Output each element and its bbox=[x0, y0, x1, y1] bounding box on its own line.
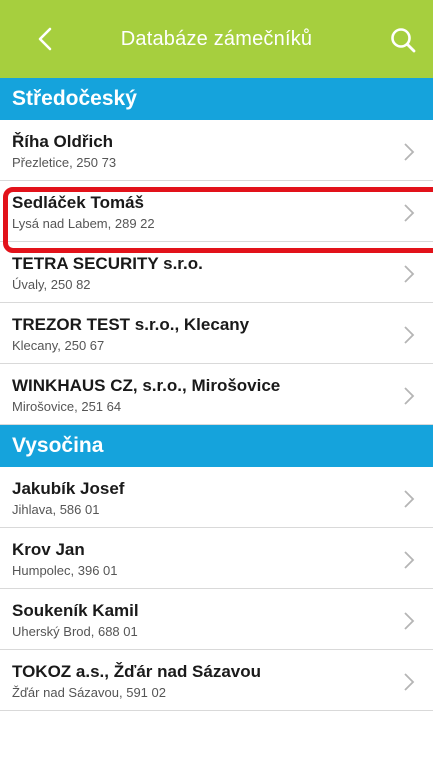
item-address: Klecany, 250 67 bbox=[12, 338, 105, 353]
item-name: Krov Jan bbox=[12, 540, 85, 559]
item-address: Přezletice, 250 73 bbox=[12, 155, 117, 170]
list-item[interactable]: TREZOR TEST s.r.o., Klecany Klecany, 250… bbox=[0, 303, 433, 364]
chevron-right-icon bbox=[404, 265, 415, 283]
list-item[interactable]: Jakubík Josef Jihlava, 586 01 bbox=[0, 467, 433, 528]
item-address: Žďár nad Sázavou, 591 02 bbox=[12, 685, 166, 700]
locksmith-database-screen: Databáze zámečníků Středočeský Říha Oldř… bbox=[0, 0, 433, 764]
chevron-right-icon bbox=[404, 673, 415, 691]
chevron-right-icon bbox=[404, 326, 415, 344]
page-title: Databáze zámečníků bbox=[120, 28, 313, 50]
top-bar: Databáze zámečníků bbox=[0, 0, 433, 78]
item-name: Sedláček Tomáš bbox=[12, 193, 144, 212]
item-address: Uherský Brod, 688 01 bbox=[12, 624, 138, 639]
item-address: Mirošovice, 251 64 bbox=[12, 399, 122, 414]
item-address: Jihlava, 586 01 bbox=[12, 502, 100, 517]
item-name: Jakubík Josef bbox=[12, 479, 125, 498]
chevron-right-icon bbox=[404, 387, 415, 405]
chevron-right-icon bbox=[404, 143, 415, 161]
chevron-right-icon bbox=[404, 204, 415, 222]
item-name: Říha Oldřich bbox=[12, 132, 114, 151]
chevron-right-icon bbox=[404, 551, 415, 569]
list-item[interactable]: WINKHAUS CZ, s.r.o., Mirošovice Mirošovi… bbox=[0, 364, 433, 425]
list-item[interactable]: TOKOZ a.s., Žďár nad Sázavou Žďár nad Sá… bbox=[0, 650, 433, 711]
chevron-right-icon bbox=[404, 490, 415, 508]
chevron-left-icon bbox=[38, 27, 52, 51]
list-item[interactable]: Soukeník Kamil Uherský Brod, 688 01 bbox=[0, 589, 433, 650]
list-item[interactable]: Říha Oldřich Přezletice, 250 73 bbox=[0, 120, 433, 181]
item-name: TETRA SECURITY s.r.o. bbox=[12, 254, 203, 273]
back-button[interactable] bbox=[30, 24, 60, 54]
item-name: WINKHAUS CZ, s.r.o., Mirošovice bbox=[12, 376, 281, 395]
item-address: Lysá nad Labem, 289 22 bbox=[12, 216, 155, 231]
section-header-stredocesky: Středočeský bbox=[0, 78, 433, 120]
item-name: TREZOR TEST s.r.o., Klecany bbox=[12, 315, 250, 334]
chevron-right-icon bbox=[404, 612, 415, 630]
section-header-vysocina: Vysočina bbox=[0, 425, 433, 467]
item-address: Humpolec, 396 01 bbox=[12, 563, 118, 578]
list-item[interactable]: TETRA SECURITY s.r.o. Úvaly, 250 82 bbox=[0, 242, 433, 303]
item-name: Soukeník Kamil bbox=[12, 601, 139, 620]
search-button[interactable] bbox=[389, 26, 419, 56]
item-address: Úvaly, 250 82 bbox=[12, 277, 91, 292]
item-name: TOKOZ a.s., Žďár nad Sázavou bbox=[12, 662, 262, 681]
search-icon bbox=[391, 28, 416, 53]
list-item[interactable]: Sedláček Tomáš Lysá nad Labem, 289 22 bbox=[0, 181, 433, 242]
list-item[interactable]: Krov Jan Humpolec, 396 01 bbox=[0, 528, 433, 589]
